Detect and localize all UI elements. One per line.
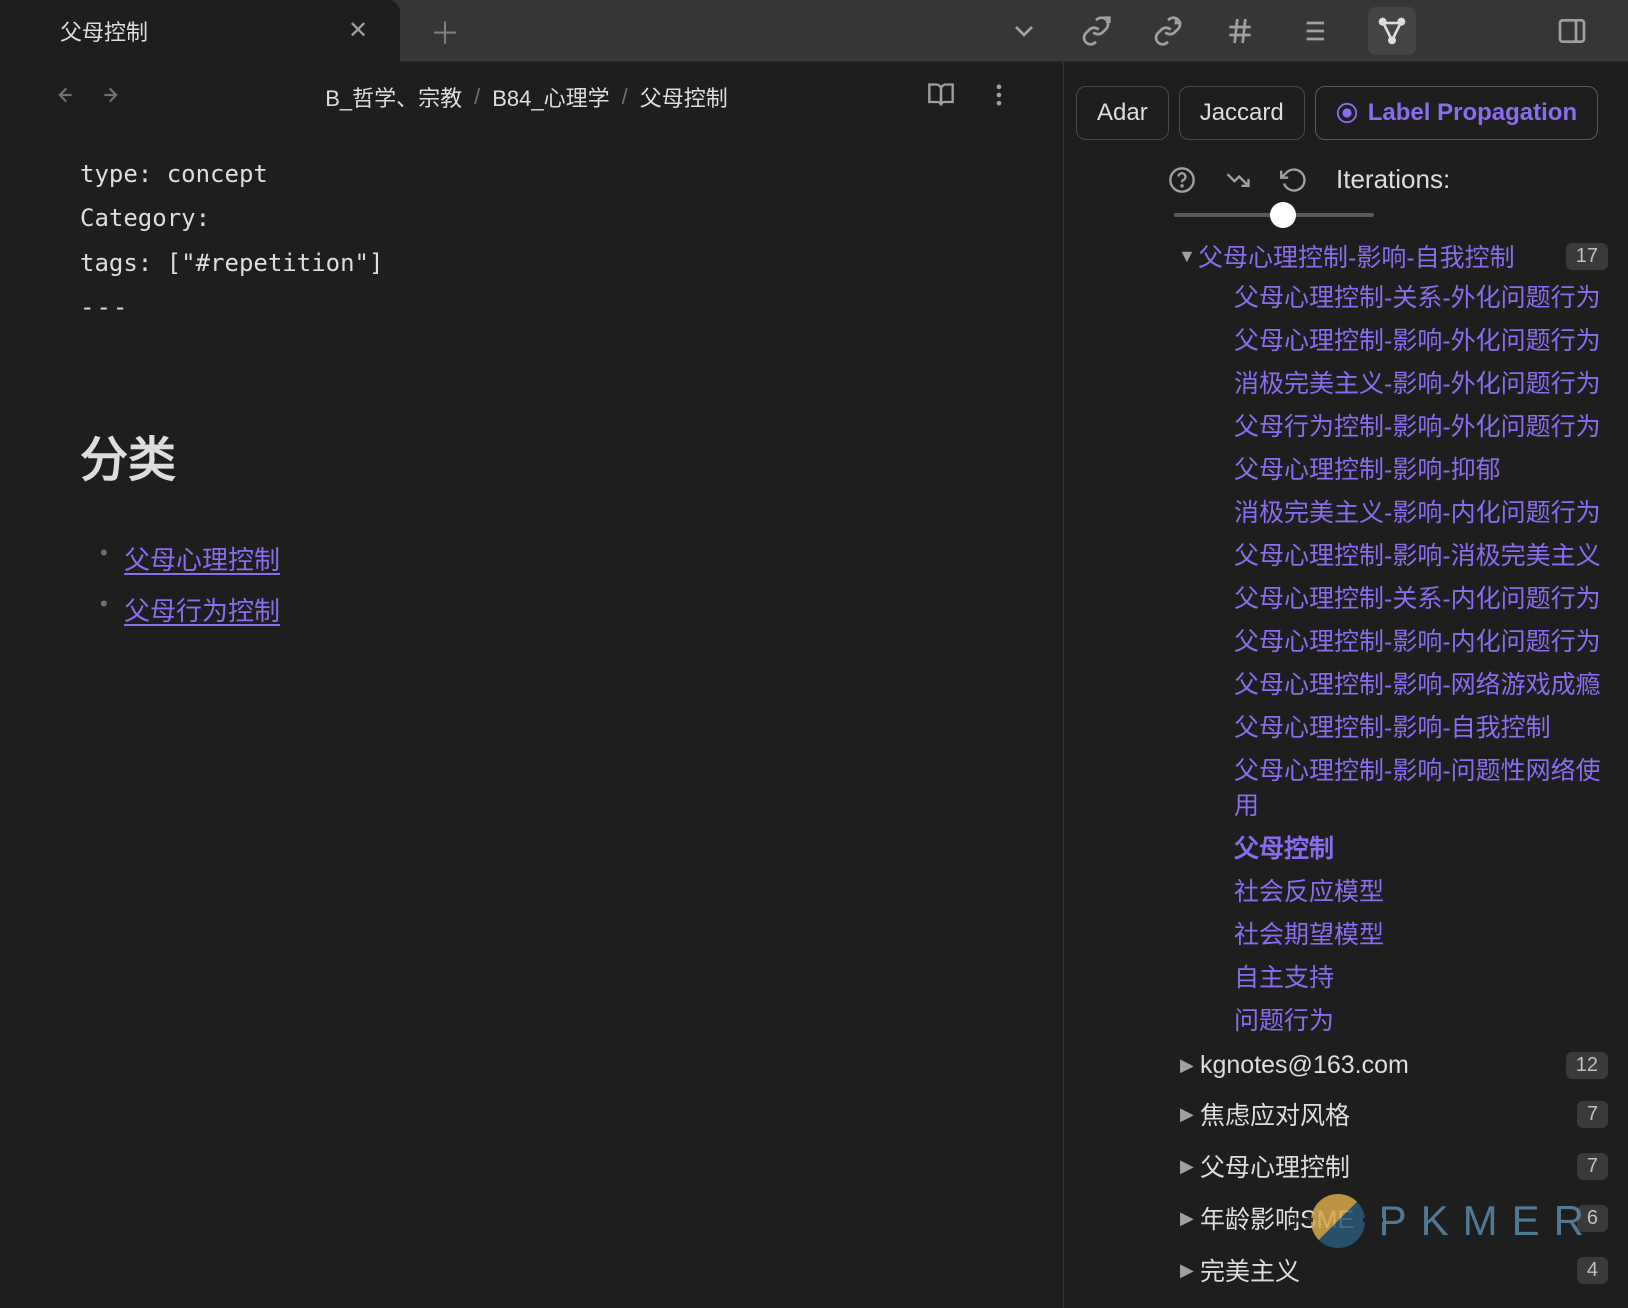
tab-active[interactable]: 父母控制 ✕ <box>0 0 400 62</box>
chevron-right-icon[interactable]: ▶ <box>1180 1208 1200 1229</box>
tree-count: 12 <box>1566 1052 1608 1079</box>
tree-count: 4 <box>1577 1257 1608 1284</box>
more-icon[interactable] <box>985 81 1013 114</box>
graph-icon[interactable] <box>1368 7 1416 55</box>
new-tab-button[interactable]: ＋ <box>430 9 460 53</box>
tree-label[interactable]: 父母心理控制-影响-自我控制 <box>1198 238 1566 274</box>
tree-child[interactable]: 消极完美主义-影响-外化问题行为 <box>1234 363 1608 406</box>
tree-node-collapsed[interactable]: ▶完美主义4 <box>1084 1244 1608 1296</box>
tree-label[interactable]: 完美主义 <box>1200 1252 1577 1288</box>
tree-child[interactable]: 父母心理控制-关系-外化问题行为 <box>1234 277 1608 320</box>
link-in-icon[interactable] <box>1152 15 1184 47</box>
breadcrumb-sep: / <box>622 84 628 110</box>
iterations-label: Iterations: <box>1336 164 1450 195</box>
tree-child[interactable]: 父母心理控制-影响-问题性网络使用 <box>1234 750 1608 828</box>
tree-count: 7 <box>1577 1153 1608 1180</box>
tree-children: 父母心理控制-关系-外化问题行为父母心理控制-影响-外化问题行为消极完美主义-影… <box>1084 277 1608 1043</box>
iterations-slider[interactable] <box>1174 213 1374 217</box>
link-out-icon[interactable] <box>1080 15 1112 47</box>
chevron-down-icon[interactable] <box>1008 15 1040 47</box>
titlebar: 父母控制 ✕ ＋ <box>0 0 1628 62</box>
tree-child[interactable]: 父母心理控制-影响-抑郁 <box>1234 449 1608 492</box>
tree-node-collapsed[interactable]: ▶完美主义-影响-饮食障碍4 <box>1084 1296 1608 1308</box>
heading-category: 分类 <box>80 420 983 490</box>
frontmatter-end: --- <box>80 285 983 329</box>
tree-count: 6 <box>1577 1205 1608 1232</box>
tree-node-collapsed[interactable]: ▶kgnotes@163.com12 <box>1084 1043 1608 1088</box>
frontmatter: type: concept Category: tags: ["#repetit… <box>80 152 983 330</box>
tree-child[interactable]: 父母控制 <box>1234 828 1608 871</box>
frontmatter-line: type: concept <box>80 152 983 196</box>
tree-label[interactable]: 完美主义-影响-饮食障碍 <box>1200 1304 1577 1308</box>
link-list: 父母心理控制 父母行为控制 <box>80 540 983 628</box>
tree-child[interactable]: 父母心理控制-影响-内化问题行为 <box>1234 621 1608 664</box>
tab-title: 父母控制 <box>60 15 148 47</box>
editor-content[interactable]: type: concept Category: tags: ["#repetit… <box>0 132 1063 1308</box>
chevron-right-icon[interactable]: ▶ <box>1180 1156 1200 1177</box>
tree-child[interactable]: 父母心理控制-影响-自我控制 <box>1234 707 1608 750</box>
chevron-right-icon[interactable]: ▶ <box>1180 1104 1200 1125</box>
breadcrumb-part[interactable]: 父母控制 <box>640 81 728 113</box>
tree-child[interactable]: 问题行为 <box>1234 1000 1608 1043</box>
trend-down-icon[interactable] <box>1224 166 1252 194</box>
frontmatter-line: Category: <box>80 196 983 240</box>
tree-label[interactable]: 年龄影响SME <box>1200 1200 1577 1236</box>
iteration-controls: Iterations: <box>1064 150 1628 195</box>
breadcrumb[interactable]: B_哲学、宗教 / B84_心理学 / 父母控制 <box>146 81 907 113</box>
tree-node-collapsed[interactable]: ▶父母心理控制7 <box>1084 1140 1608 1192</box>
internal-link[interactable]: 父母心理控制 <box>124 545 280 575</box>
outline-icon[interactable] <box>1296 15 1328 47</box>
tree-child[interactable]: 父母心理控制-影响-消极完美主义 <box>1234 535 1608 578</box>
titlebar-actions <box>1008 7 1628 55</box>
frontmatter-line: tags: ["#repetition"] <box>80 241 983 285</box>
tree-node-collapsed[interactable]: ▶焦虑应对风格7 <box>1084 1088 1608 1140</box>
algorithm-tabs: Adar Jaccard Label Propagation <box>1064 62 1628 150</box>
tree-count: 17 <box>1566 243 1608 270</box>
side-panel: Adar Jaccard Label Propagation Iteration… <box>1064 62 1628 1308</box>
sidebar-toggle-icon[interactable] <box>1556 15 1588 47</box>
chevron-right-icon[interactable]: ▶ <box>1180 1260 1200 1281</box>
internal-link[interactable]: 父母行为控制 <box>124 596 280 626</box>
help-icon[interactable] <box>1168 166 1196 194</box>
tree-node-expanded[interactable]: ▼ 父母心理控制-影响-自我控制 17 <box>1084 235 1608 277</box>
nav-back-icon[interactable] <box>50 82 76 113</box>
tab-jaccard[interactable]: Jaccard <box>1179 86 1305 140</box>
tree-child[interactable]: 父母心理控制-影响-网络游戏成瘾 <box>1234 664 1608 707</box>
tree-label[interactable]: 焦虑应对风格 <box>1200 1096 1577 1132</box>
tree-node-collapsed[interactable]: ▶年龄影响SME6 <box>1084 1192 1608 1244</box>
tree-child[interactable]: 父母心理控制-影响-外化问题行为 <box>1234 320 1608 363</box>
tree-label[interactable]: kgnotes@163.com <box>1200 1051 1566 1080</box>
reading-view-icon[interactable] <box>927 81 955 114</box>
hash-icon[interactable] <box>1224 15 1256 47</box>
tab-adar[interactable]: Adar <box>1076 86 1169 140</box>
tree-child[interactable]: 父母心理控制-关系-内化问题行为 <box>1234 578 1608 621</box>
refresh-icon[interactable] <box>1280 166 1308 194</box>
breadcrumb-sep: / <box>474 84 480 110</box>
breadcrumb-part[interactable]: B84_心理学 <box>492 81 609 113</box>
tree-child[interactable]: 父母行为控制-影响-外化问题行为 <box>1234 406 1608 449</box>
nav-forward-icon[interactable] <box>100 82 126 113</box>
tab-label-propagation[interactable]: Label Propagation <box>1315 86 1598 140</box>
editor-pane: B_哲学、宗教 / B84_心理学 / 父母控制 type: concept C… <box>0 62 1064 1308</box>
slider-thumb[interactable] <box>1270 202 1296 228</box>
tree-label[interactable]: 父母心理控制 <box>1200 1148 1577 1184</box>
editor-header: B_哲学、宗教 / B84_心理学 / 父母控制 <box>0 62 1063 132</box>
chevron-right-icon[interactable]: ▶ <box>1180 1055 1200 1076</box>
tree-child[interactable]: 社会反应模型 <box>1234 871 1608 914</box>
chevron-down-icon[interactable]: ▼ <box>1178 246 1198 267</box>
tab-label: Label Propagation <box>1368 99 1577 127</box>
tree-child[interactable]: 社会期望模型 <box>1234 914 1608 957</box>
result-tree: ▼ 父母心理控制-影响-自我控制 17 父母心理控制-关系-外化问题行为父母心理… <box>1064 227 1628 1308</box>
tree-count: 7 <box>1577 1101 1608 1128</box>
tree-child[interactable]: 消极完美主义-影响-内化问题行为 <box>1234 492 1608 535</box>
close-icon[interactable]: ✕ <box>348 16 368 45</box>
breadcrumb-part[interactable]: B_哲学、宗教 <box>325 81 462 113</box>
tree-child[interactable]: 自主支持 <box>1234 957 1608 1000</box>
